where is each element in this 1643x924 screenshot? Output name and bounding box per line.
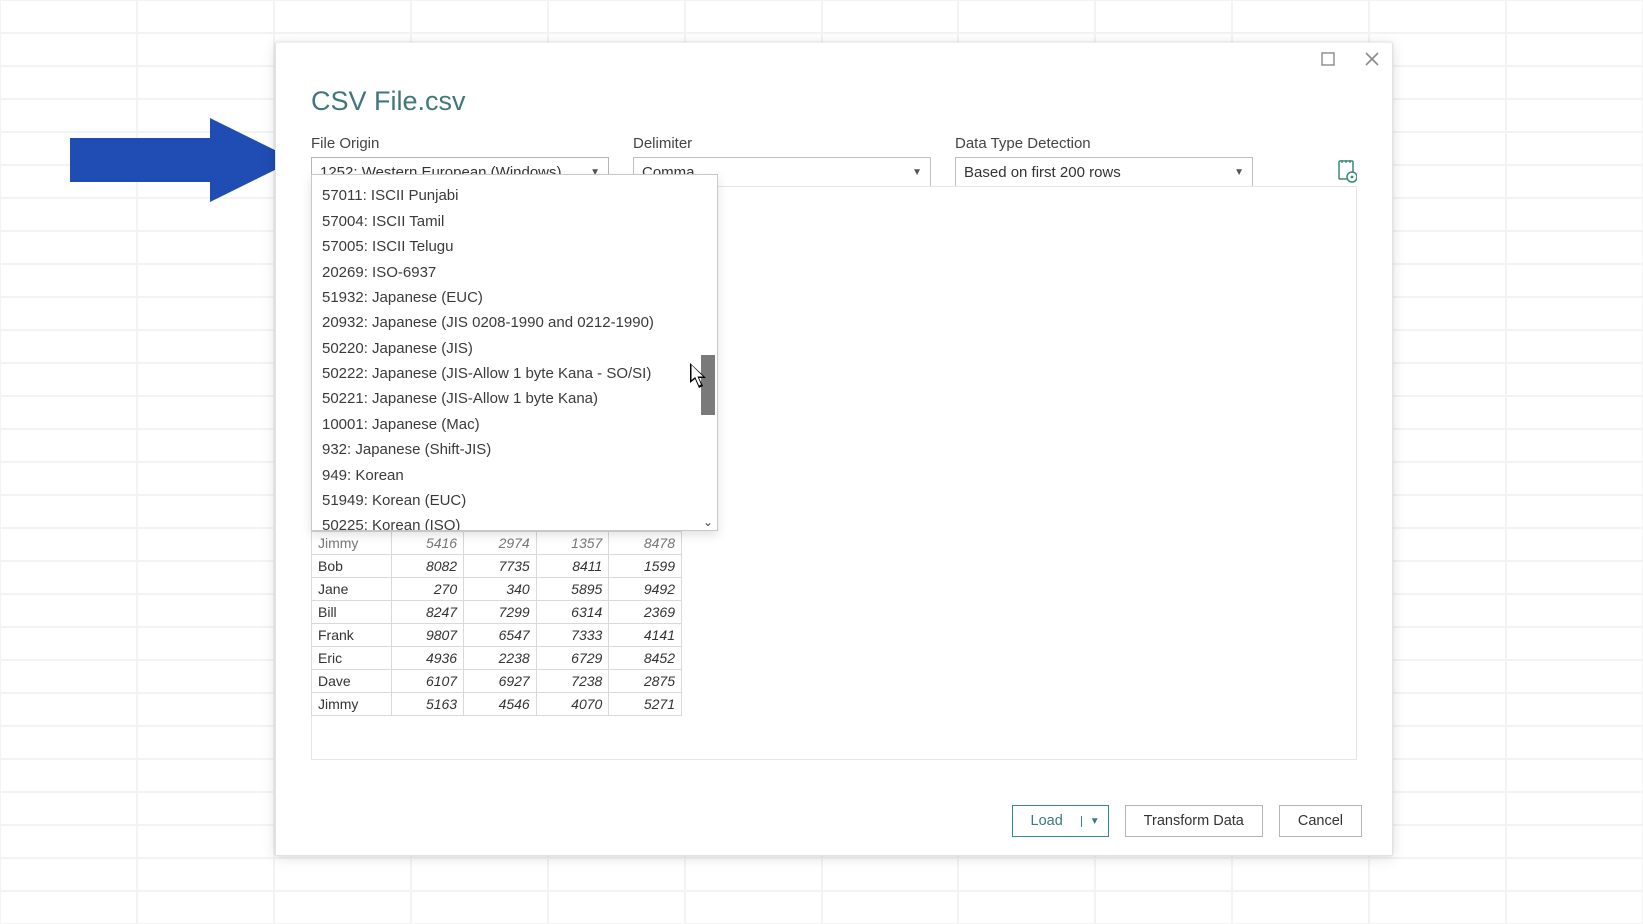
table-row: Jimmy5163454640705271	[312, 693, 682, 716]
value-cell: 8452	[609, 647, 682, 670]
detection-selected: Based on first 200 rows	[964, 164, 1121, 181]
name-cell: Bob	[312, 555, 391, 578]
detection-combo[interactable]: Based on first 200 rows ▼	[955, 157, 1253, 187]
file-origin-option[interactable]: 50220: Japanese (JIS)	[312, 335, 699, 360]
cancel-button[interactable]: Cancel	[1279, 805, 1362, 837]
value-cell: 5271	[609, 693, 682, 716]
table-row: Jimmy5416297413578478	[312, 532, 682, 555]
page-settings-icon	[1337, 159, 1357, 183]
value-cell: 8247	[391, 601, 464, 624]
value-cell: 4070	[536, 693, 609, 716]
chevron-down-icon: ▼	[912, 167, 922, 178]
close-icon	[1365, 52, 1379, 66]
value-cell: 1599	[609, 555, 682, 578]
delimiter-label: Delimiter	[633, 135, 931, 152]
value-cell: 1357	[536, 532, 609, 555]
value-cell: 5163	[391, 693, 464, 716]
file-origin-option[interactable]: 932: Japanese (Shift-JIS)	[312, 437, 699, 462]
file-origin-option[interactable]: 50222: Japanese (JIS-Allow 1 byte Kana -…	[312, 361, 699, 386]
value-cell: 2974	[464, 532, 537, 555]
value-cell: 6729	[536, 647, 609, 670]
load-button[interactable]: Load ▼	[1012, 805, 1109, 837]
name-cell: Eric	[312, 647, 391, 670]
value-cell: 4936	[391, 647, 464, 670]
value-cell: 8411	[536, 555, 609, 578]
name-cell: Dave	[312, 670, 391, 693]
value-cell: 4546	[464, 693, 537, 716]
table-row: Eric4936223867298452	[312, 647, 682, 670]
value-cell: 7333	[536, 624, 609, 647]
value-cell: 6547	[464, 624, 537, 647]
file-origin-option[interactable]: 20269: ISO-6937	[312, 259, 699, 284]
close-button[interactable]	[1362, 49, 1382, 69]
value-cell: 5895	[536, 578, 609, 601]
value-cell: 5416	[391, 532, 464, 555]
file-origin-option[interactable]: 949: Korean	[312, 462, 699, 487]
value-cell: 2875	[609, 670, 682, 693]
value-cell: 6314	[536, 601, 609, 624]
value-cell: 8082	[391, 555, 464, 578]
csv-import-dialog: CSV File.csv File Origin 1252: Western E…	[275, 42, 1393, 856]
maximize-icon	[1321, 52, 1335, 66]
maximize-button[interactable]	[1318, 49, 1338, 69]
file-origin-option[interactable]: 57007: ISCII Odia	[312, 175, 699, 183]
dropdown-scrollbar[interactable]: ⌄	[699, 175, 717, 530]
file-origin-option[interactable]: 50225: Korean (ISO)	[312, 513, 699, 530]
file-origin-label: File Origin	[311, 135, 609, 152]
name-cell: Jane	[312, 578, 391, 601]
value-cell: 7238	[536, 670, 609, 693]
file-origin-option[interactable]: 57004: ISCII Tamil	[312, 209, 699, 234]
file-origin-option[interactable]: 50221: Japanese (JIS-Allow 1 byte Kana)	[312, 386, 699, 411]
file-origin-option[interactable]: 57011: ISCII Punjabi	[312, 183, 699, 208]
table-row: Bill8247729963142369	[312, 601, 682, 624]
value-cell: 270	[391, 578, 464, 601]
titlebar	[276, 43, 1392, 78]
table-row: Frank9807654773334141	[312, 624, 682, 647]
value-cell: 2238	[464, 647, 537, 670]
table-row: Jane27034058959492	[312, 578, 682, 601]
file-origin-option[interactable]: 51949: Korean (EUC)	[312, 488, 699, 513]
name-cell: Jimmy	[312, 532, 391, 555]
file-origin-option[interactable]: 57005: ISCII Telugu	[312, 234, 699, 259]
chevron-down-icon: ▼	[1234, 167, 1244, 178]
table-row: Bob8082773584111599	[312, 555, 682, 578]
value-cell: 7735	[464, 555, 537, 578]
callout-arrow-icon	[70, 110, 300, 210]
file-origin-option[interactable]: 10001: Japanese (Mac)	[312, 412, 699, 437]
csv-preview-table: Jimmy5416297413578478Bob8082773584111599…	[311, 531, 682, 716]
chevron-down-icon[interactable]: ▼	[1081, 816, 1108, 827]
table-row: Dave6107692772382875	[312, 670, 682, 693]
file-origin-option[interactable]: 51932: Japanese (EUC)	[312, 285, 699, 310]
file-origin-dropdown[interactable]: 57007: ISCII Odia 57011: ISCII Punjabi 5…	[311, 174, 718, 531]
dialog-title: CSV File.csv	[311, 86, 1357, 117]
query-settings-button[interactable]	[1337, 159, 1357, 187]
value-cell: 9807	[391, 624, 464, 647]
scroll-down-icon[interactable]: ⌄	[699, 514, 717, 530]
value-cell: 7299	[464, 601, 537, 624]
detection-label: Data Type Detection	[955, 135, 1253, 152]
value-cell: 9492	[609, 578, 682, 601]
name-cell: Frank	[312, 624, 391, 647]
cursor-icon	[690, 363, 710, 391]
transform-data-button[interactable]: Transform Data	[1125, 805, 1263, 837]
load-label: Load	[1013, 813, 1081, 829]
value-cell: 2369	[609, 601, 682, 624]
value-cell: 8478	[609, 532, 682, 555]
value-cell: 4141	[609, 624, 682, 647]
value-cell: 340	[464, 578, 537, 601]
file-origin-option[interactable]: 20932: Japanese (JIS 0208-1990 and 0212-…	[312, 310, 699, 335]
file-origin-options: 57007: ISCII Odia 57011: ISCII Punjabi 5…	[312, 175, 699, 530]
value-cell: 6107	[391, 670, 464, 693]
value-cell: 6927	[464, 670, 537, 693]
name-cell: Jimmy	[312, 693, 391, 716]
name-cell: Bill	[312, 601, 391, 624]
